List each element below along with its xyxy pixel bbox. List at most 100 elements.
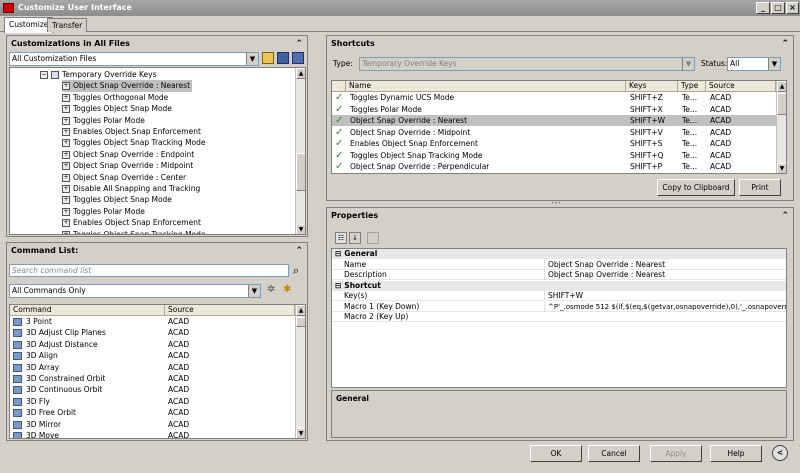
collapse-node-icon[interactable]: − <box>40 71 48 79</box>
file-selector[interactable]: All Customization Files ▼ <box>9 52 259 66</box>
table-row[interactable]: 3D Adjust Clip Planes ACAD <box>10 327 295 338</box>
command-filter-select[interactable]: All Commands Only ▼ <box>9 284 261 298</box>
column-header-command[interactable]: Command <box>10 305 165 316</box>
scroll-thumb[interactable] <box>296 153 305 191</box>
tree-item[interactable]: + Enables Object Snap Enforcement <box>62 217 203 228</box>
categorized-icon[interactable]: ☷ <box>335 232 347 244</box>
scroll-down-button[interactable]: ▼ <box>296 428 305 438</box>
tab-transfer[interactable]: Transfer <box>47 18 88 32</box>
transfer-icon[interactable] <box>292 52 304 64</box>
scroll-up-button[interactable]: ▲ <box>296 68 305 79</box>
collapse-icon[interactable]: ⌃ <box>781 209 789 224</box>
table-row[interactable]: 3D Adjust Distance ACAD <box>10 339 295 350</box>
tree-item[interactable]: + Toggles Polar Mode <box>62 206 147 217</box>
collapse-icon[interactable]: ⌃ <box>781 37 789 52</box>
close-button[interactable]: × <box>786 2 799 14</box>
table-row[interactable]: 3D Mirror ACAD <box>10 419 295 430</box>
table-row[interactable]: ✓ Toggles Dynamic UCS Mode SHIFT+Z Te... ACA… <box>332 92 776 103</box>
collapse-icon[interactable]: ⌃ <box>295 244 303 259</box>
table-row[interactable]: 3D Fly ACAD <box>10 396 295 407</box>
property-pages-icon[interactable] <box>367 232 379 244</box>
help-button[interactable]: Help <box>710 445 762 462</box>
scroll-down-button[interactable]: ▼ <box>296 224 305 234</box>
collapse-panel-icon[interactable]: < <box>772 445 788 461</box>
tree-item[interactable]: + Disable All Snapping and Tracking <box>62 183 202 194</box>
print-button[interactable]: Print <box>739 179 781 196</box>
tree-item[interactable]: + Object Snap Override : Center <box>62 172 188 183</box>
tree-item[interactable]: + Toggles Object Snap Mode <box>62 194 174 205</box>
property-value[interactable]: SHIFT+W <box>544 291 784 302</box>
scroll-up-button[interactable]: ▲ <box>296 305 305 316</box>
tree-item[interactable]: + Object Snap Override : Nearest <box>62 80 193 92</box>
table-row[interactable]: 3D Align ACAD <box>10 350 295 361</box>
save-icon[interactable] <box>277 52 289 64</box>
keyboard-shortcut-icon: + <box>62 162 70 171</box>
open-file-icon[interactable] <box>262 52 274 64</box>
table-row[interactable]: ✓ Object Snap Override : Perpendicular SHI… <box>332 161 776 172</box>
tree-item[interactable]: + Toggles Object Snap Mode <box>62 103 174 114</box>
table-row[interactable]: ✓ Toggles Object Snap Tracking Mode SHIFT+… <box>332 150 776 161</box>
chevron-down-icon[interactable]: ▼ <box>768 58 780 70</box>
table-row[interactable]: 3D Free Orbit ACAD <box>10 407 295 418</box>
status-select[interactable]: All ▼ <box>727 57 781 71</box>
column-header-name[interactable]: Name <box>346 81 626 92</box>
tree-scrollbar[interactable]: ▲ ▼ <box>295 68 305 234</box>
property-row-macro2[interactable]: Macro 2 (Key Up) <box>332 312 786 323</box>
table-row[interactable]: 3D Constrained Orbit ACAD <box>10 373 295 384</box>
collapse-icon[interactable]: ⌃ <box>295 37 303 52</box>
tree-node-temporary-override-keys[interactable]: − Temporary Override Keys <box>40 69 157 80</box>
property-row-keys[interactable]: Key(s) SHIFT+W <box>332 291 786 302</box>
chevron-down-icon[interactable]: ▼ <box>246 53 258 65</box>
property-value[interactable]: Object Snap Override : Nearest <box>544 270 784 281</box>
find-command-icon[interactable]: ✲ <box>267 284 275 295</box>
command-source: ACAD <box>168 351 190 361</box>
splitter-grip[interactable]: ••• <box>548 201 564 207</box>
property-value[interactable]: Object Snap Override : Nearest <box>544 259 784 270</box>
table-row[interactable]: ✓ Toggles Polar Mode SHIFT+X Te... ACAD <box>332 104 776 115</box>
table-row[interactable]: ✓ Enables Object Snap Enforcement SHIFT+S T… <box>332 138 776 149</box>
tree-item[interactable]: + Object Snap Override : Midpoint <box>62 160 195 171</box>
maximize-button[interactable]: □ <box>771 2 785 14</box>
tree-item[interactable]: + Toggles Object Snap Tracking Mode <box>62 229 208 235</box>
alphabetical-icon[interactable]: ↓ <box>349 232 361 244</box>
table-row[interactable]: 3 Point ACAD <box>10 316 295 327</box>
table-row[interactable]: 3D Move ACAD <box>10 430 295 438</box>
tree-item[interactable]: + Toggles Object Snap Tracking Mode <box>62 137 208 148</box>
tree-item[interactable]: + Enables Object Snap Enforcement <box>62 126 203 137</box>
command-scrollbar[interactable]: ▲ ▼ <box>295 305 305 438</box>
property-row-description[interactable]: Description Object Snap Override : Neares… <box>332 270 786 281</box>
search-icon[interactable]: ⌕ <box>293 264 299 278</box>
copy-to-clipboard-button[interactable]: Copy to Clipboard <box>657 179 735 196</box>
table-row[interactable]: ✓ Object Snap Override : Nearest SHIFT+W Te… <box>332 115 776 127</box>
table-row[interactable]: 3D Array ACAD <box>10 362 295 373</box>
property-value[interactable]: ^P'_.osmode 512 $(if,$(eq,$(getvar,osnap… <box>544 301 786 312</box>
collapse-node-icon[interactable]: ⊟ <box>332 281 344 290</box>
search-command-input[interactable]: Search command list <box>9 264 289 277</box>
minimize-button[interactable]: _ <box>756 2 770 14</box>
scroll-down-button[interactable]: ▼ <box>777 163 786 173</box>
cancel-button[interactable]: Cancel <box>588 445 640 462</box>
category-general[interactable]: ⊟ General <box>332 249 786 260</box>
column-header-source[interactable]: Source <box>706 81 776 92</box>
column-header-keys[interactable]: Keys <box>626 81 678 92</box>
table-row[interactable]: 3D Continuous Orbit ACAD <box>10 384 295 395</box>
column-header-type[interactable]: Type <box>678 81 706 92</box>
table-row[interactable]: ✓ Object Snap Override : Midpoint SHIFT+V T… <box>332 127 776 138</box>
column-header-source[interactable]: Source <box>165 305 295 316</box>
property-row-macro1[interactable]: Macro 1 (Key Down) ^P'_.osmode 512 $(if,$… <box>332 301 786 312</box>
tree-item[interactable]: + Toggles Polar Mode <box>62 115 147 126</box>
shortcuts-scrollbar[interactable]: ▲ ▼ <box>776 81 786 173</box>
tab-customize[interactable]: Customize <box>4 17 54 33</box>
category-shortcut[interactable]: ⊟ Shortcut <box>332 280 786 291</box>
ok-button[interactable]: OK <box>530 445 582 462</box>
scroll-thumb[interactable] <box>296 317 305 327</box>
tree-item-label: Toggles Object Snap Tracking Mode <box>73 229 206 235</box>
property-row-name[interactable]: Name Object Snap Override : Nearest <box>332 259 786 270</box>
collapse-node-icon[interactable]: ⊟ <box>332 249 344 258</box>
tree-item[interactable]: + Toggles Orthogonal Mode <box>62 92 170 103</box>
chevron-down-icon[interactable]: ▼ <box>248 285 260 297</box>
scroll-thumb[interactable] <box>777 93 786 115</box>
new-command-icon[interactable]: ✱ <box>283 284 291 295</box>
scroll-up-button[interactable]: ▲ <box>777 81 786 92</box>
tree-item[interactable]: + Object Snap Override : Endpoint <box>62 149 196 160</box>
